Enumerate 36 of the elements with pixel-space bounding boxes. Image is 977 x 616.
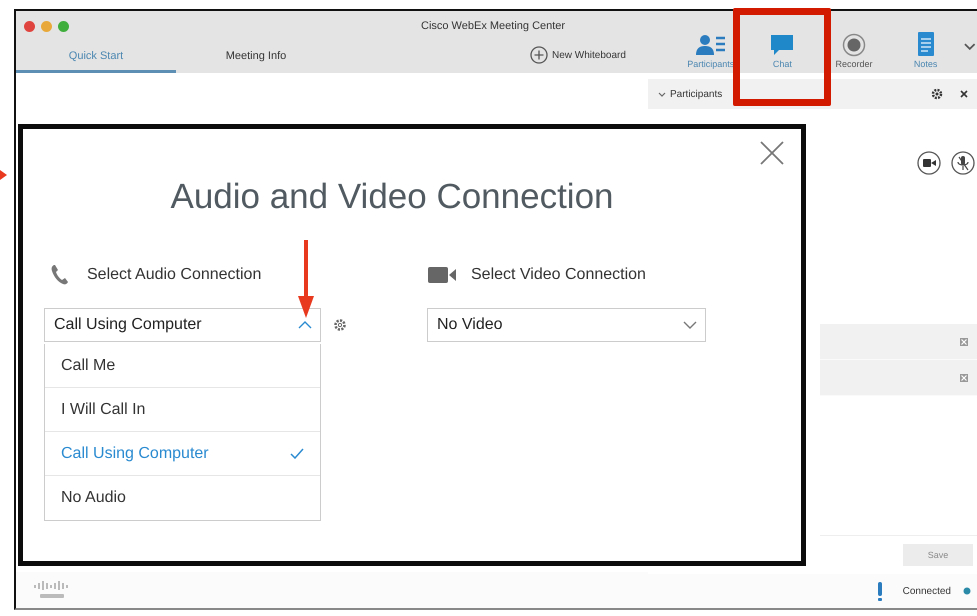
section-label: Select Audio Connection — [87, 266, 262, 284]
chevron-down-icon[interactable] — [963, 42, 977, 51]
close-icon[interactable] — [959, 89, 969, 99]
record-icon — [842, 33, 866, 57]
dialog-title: Audio and Video Connection — [169, 177, 615, 217]
settings-icon[interactable] — [931, 88, 943, 100]
settings-icon[interactable] — [333, 318, 347, 332]
toolbar-button[interactable]: Recorder — [818, 33, 890, 69]
dropdown-option[interactable]: Call Me — [45, 344, 320, 388]
video-camera-icon — [427, 264, 457, 286]
new-whiteboard-button[interactable]: New Whiteboard — [552, 50, 626, 60]
close-window-icon[interactable] — [24, 20, 35, 32]
status-dot-icon — [963, 587, 971, 595]
tab[interactable]: Meeting Info — [176, 41, 336, 73]
video-camera-icon[interactable] — [917, 151, 941, 175]
panel-header[interactable]: Participants — [658, 88, 722, 100]
pointer-arrow — [0, 170, 7, 180]
dropdown-option[interactable]: I Will Call In — [45, 388, 320, 432]
speech-bubble-icon — [769, 33, 796, 57]
dropdown[interactable]: Call Using Computer — [44, 308, 321, 342]
add-icon[interactable] — [530, 46, 548, 64]
check-icon — [290, 448, 304, 459]
section-label: Select Video Connection — [471, 266, 646, 284]
dropdown-option[interactable]: Call Using Computer — [45, 432, 320, 476]
chevron-down-icon — [683, 321, 697, 329]
dropdown-option[interactable]: No Audio — [45, 476, 320, 520]
exclamation-icon[interactable] — [876, 582, 883, 600]
person-list-icon — [694, 33, 727, 57]
muted-microphone-icon[interactable] — [951, 151, 975, 175]
dropdown[interactable]: No Video — [427, 308, 706, 342]
window-title: Cisco WebEx Meeting Center — [421, 20, 566, 32]
chevron-up-icon — [298, 321, 312, 329]
notepad-icon — [916, 31, 936, 57]
phone-icon — [50, 264, 70, 286]
connection-status: Connected — [902, 586, 951, 596]
chevron-down-icon — [658, 90, 666, 98]
